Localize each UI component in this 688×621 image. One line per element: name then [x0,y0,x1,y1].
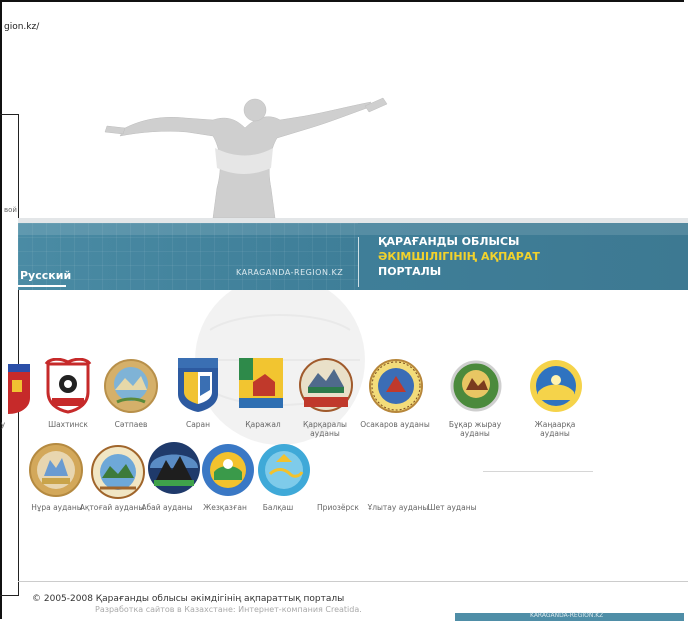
region-label[interactable]: Қарқаралы ауданы [290,420,360,438]
red-city-emblem-icon[interactable] [8,360,30,416]
portal-title-line1: ҚАРАҒАНДЫ ОБЛЫСЫ [378,235,520,248]
footer-badge-text: KARAGANDA-REGION.KZ [530,612,604,619]
abay-emblem-icon[interactable] [146,440,202,496]
statue-image [104,97,388,218]
portal-title-line3: ПОРТАЛЫ [378,265,442,278]
region-label[interactable]: Жаңаарқа ауданы [520,420,590,438]
aktogay-emblem-icon[interactable] [90,444,146,500]
right-edge [684,0,688,621]
separator-line [483,471,593,472]
banner-divider [358,237,359,287]
region-label[interactable]: Шет ауданы [417,503,487,512]
left-frame-border [0,114,19,596]
header-banner: Русский KARAGANDA-REGION.KZ ҚАРАҒАНДЫ ОБ… [18,223,688,290]
karazhal-emblem-icon[interactable] [235,356,291,412]
footer-badge: KARAGANDA-REGION.KZ [455,612,684,621]
saran-emblem-icon[interactable] [170,356,226,412]
site-url: KARAGANDA-REGION.KZ [236,268,344,277]
karkaraly-emblem-icon[interactable] [298,357,354,413]
address-fragment: gion.kz/ [4,22,40,32]
language-underline [18,285,66,287]
zhezkazgan-emblem-icon[interactable] [200,442,256,498]
region-label[interactable]: Шахтинск [33,420,103,429]
banner-light-strip [18,223,688,235]
region-label[interactable]: Қаражал [228,420,298,429]
nura-emblem-icon[interactable] [28,442,84,498]
footer-copyright: © 2005-2008 Қарағанды облысы әкімдігінің… [32,594,345,604]
shakhtinsk-emblem-icon[interactable] [40,358,96,414]
portal-title-line2: ӘКІМШІЛІГІНІҢ АҚПАРАТ [378,250,540,263]
satpaev-emblem-icon[interactable] [103,358,159,414]
region-label[interactable]: Бұқар жырау ауданы [440,420,510,438]
balkhash-emblem-icon[interactable] [256,442,312,498]
language-link[interactable]: Русский [20,269,71,282]
region-label[interactable]: Осакаров ауданы [360,420,430,429]
bukhar-zhyrau-emblem-icon[interactable] [448,358,504,414]
region-label[interactable]: Саран [163,420,233,429]
footer-developer-link[interactable]: Разработка сайтов в Казахстане: Интернет… [95,605,362,614]
footer-divider [18,581,688,582]
zhanaarka-emblem-icon[interactable] [528,358,584,414]
region-label[interactable]: Сәтпаев [96,420,166,429]
nav-fragment[interactable]: вой [4,206,17,214]
osakarov-emblem-icon[interactable] [368,358,424,414]
